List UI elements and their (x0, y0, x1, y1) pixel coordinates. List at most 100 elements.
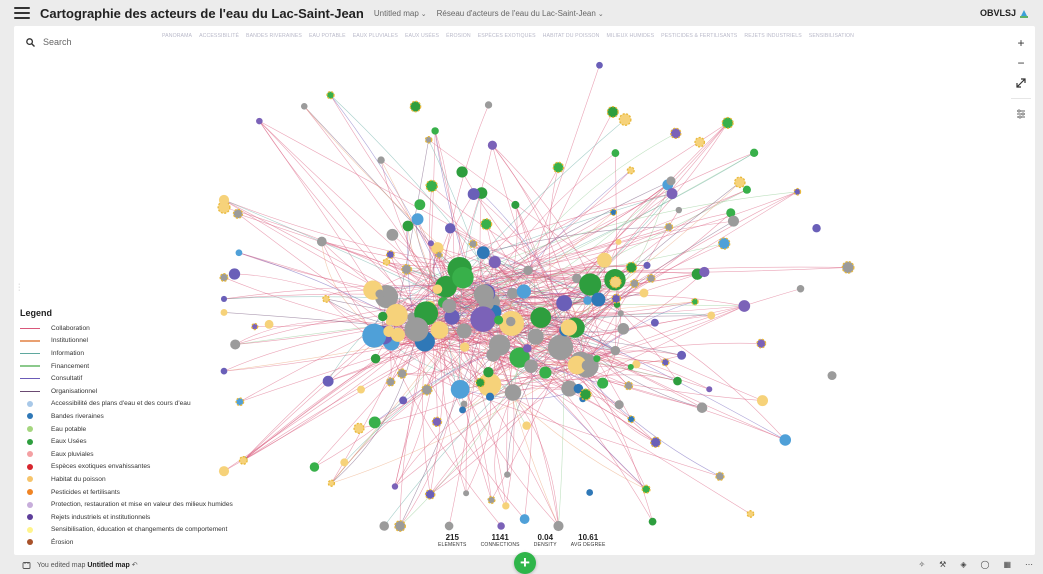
graph-node[interactable] (396, 368, 408, 379)
graph-node[interactable] (473, 284, 494, 305)
graph-node[interactable] (596, 61, 603, 69)
graph-node[interactable] (468, 239, 478, 249)
graph-node[interactable] (727, 215, 740, 227)
fit-view-button[interactable] (1011, 74, 1031, 92)
graph-node[interactable] (383, 325, 395, 338)
graph-node[interactable] (218, 194, 230, 206)
graph-node[interactable] (623, 381, 634, 391)
graph-node[interactable] (483, 366, 494, 378)
tab-accessibilite[interactable]: ACCESSIBILITÉ (199, 33, 239, 39)
hamburger-menu-icon[interactable] (14, 7, 30, 19)
graph-node[interactable] (547, 334, 574, 361)
graph-node[interactable] (664, 222, 674, 232)
graph-node[interactable] (756, 395, 769, 407)
graph-node[interactable] (625, 261, 638, 274)
graph-node[interactable] (421, 384, 433, 396)
map-canvas[interactable]: Search PANORAMA ACCESSIBILITÉ BANDES RIV… (14, 26, 1035, 555)
graph-node[interactable] (220, 295, 228, 303)
graph-node[interactable] (519, 514, 530, 524)
graph-node[interactable] (375, 289, 385, 299)
graph-node[interactable] (593, 355, 601, 363)
graph-node[interactable] (235, 249, 243, 257)
graph-node[interactable] (232, 208, 244, 219)
graph-node[interactable] (639, 288, 649, 298)
graph-node[interactable] (484, 101, 493, 109)
graph-node[interactable] (476, 246, 490, 260)
graph-node[interactable] (591, 292, 606, 307)
graph-node[interactable] (618, 113, 632, 126)
tab-eau-potable[interactable]: EAU POTABLE (309, 33, 346, 39)
graph-node[interactable] (717, 237, 731, 250)
graph-node[interactable] (627, 415, 636, 424)
graph-node[interactable] (677, 350, 687, 360)
graph-node[interactable] (442, 298, 457, 314)
graph-node[interactable] (456, 166, 468, 178)
wrench-icon[interactable]: ⚒ (939, 560, 946, 569)
graph-node[interactable] (675, 206, 683, 214)
graph-node[interactable] (431, 416, 443, 428)
graph-node[interactable] (560, 319, 578, 336)
graph-node[interactable] (597, 377, 609, 389)
graph-node[interactable] (475, 377, 486, 388)
more-icon[interactable]: ⋯ (1025, 560, 1033, 569)
graph-node[interactable] (539, 366, 552, 379)
graph-node[interactable] (404, 317, 429, 342)
graph-node[interactable] (523, 344, 532, 353)
graph-node[interactable] (583, 296, 592, 305)
graph-node[interactable] (641, 484, 651, 494)
graph-node[interactable] (382, 258, 391, 266)
graph-node[interactable] (556, 295, 573, 312)
graph-node[interactable] (309, 462, 320, 472)
graph-node[interactable] (579, 388, 592, 401)
search-input[interactable]: Search (43, 37, 72, 47)
graph-node[interactable] (606, 105, 619, 119)
graph-node[interactable] (256, 117, 263, 125)
tab-panorama[interactable]: PANORAMA (162, 33, 192, 39)
graph-node[interactable] (793, 187, 802, 196)
graph-node[interactable] (522, 421, 531, 430)
graph-node[interactable] (779, 434, 792, 446)
graph-node[interactable] (666, 188, 678, 200)
graph-node[interactable] (670, 127, 682, 140)
tab-eaux-usees[interactable]: EAUX USÉES (405, 33, 439, 39)
graph-node[interactable] (511, 200, 520, 209)
graph-node[interactable] (228, 268, 241, 280)
graph-node[interactable] (742, 185, 751, 194)
graph-node[interactable] (629, 278, 640, 289)
graph-node[interactable] (749, 148, 759, 157)
tab-especes-exotiques[interactable]: ESPÈCES EXOTIQUES (478, 33, 536, 39)
graph-node[interactable] (385, 377, 396, 387)
graph-node[interactable] (581, 360, 593, 371)
zoom-in-button[interactable]: + (1011, 34, 1031, 52)
graph-node[interactable] (487, 140, 497, 150)
graph-node[interactable] (609, 208, 618, 217)
undo-icon[interactable]: ↶ (132, 562, 138, 569)
graph-node[interactable] (452, 266, 474, 289)
graph-node[interactable] (812, 223, 821, 233)
graph-node[interactable] (696, 402, 708, 413)
search-bar[interactable]: Search (26, 37, 72, 47)
graph-node[interactable] (432, 284, 443, 294)
graph-node[interactable] (738, 300, 751, 312)
graph-node[interactable] (586, 489, 594, 496)
graph-node[interactable] (746, 510, 755, 518)
graph-node[interactable] (470, 306, 496, 332)
graph-node[interactable] (506, 316, 516, 327)
graph-node[interactable] (391, 483, 399, 490)
graph-node[interactable] (596, 252, 612, 268)
graph-node[interactable] (614, 400, 624, 410)
graph-node[interactable] (425, 179, 438, 193)
tab-bandes-riveraines[interactable]: BANDES RIVERAINES (246, 33, 302, 39)
tab-milieux-humides[interactable]: MILIEUX HUMIDES (607, 33, 655, 39)
graph-node[interactable] (627, 363, 634, 371)
graph-node[interactable] (300, 102, 308, 110)
tab-eaux-pluviales[interactable]: EAUX PLUVIALES (353, 33, 398, 39)
graph-node[interactable] (552, 161, 565, 174)
graph-node[interactable] (699, 266, 710, 278)
tab-sensibilisation[interactable]: SENSIBILISATION (809, 33, 854, 39)
graph-node[interactable] (435, 251, 443, 259)
graph-node[interactable] (626, 166, 635, 175)
graph-node[interactable] (327, 479, 336, 487)
graph-node[interactable] (322, 294, 331, 303)
graph-node[interactable] (401, 263, 413, 275)
